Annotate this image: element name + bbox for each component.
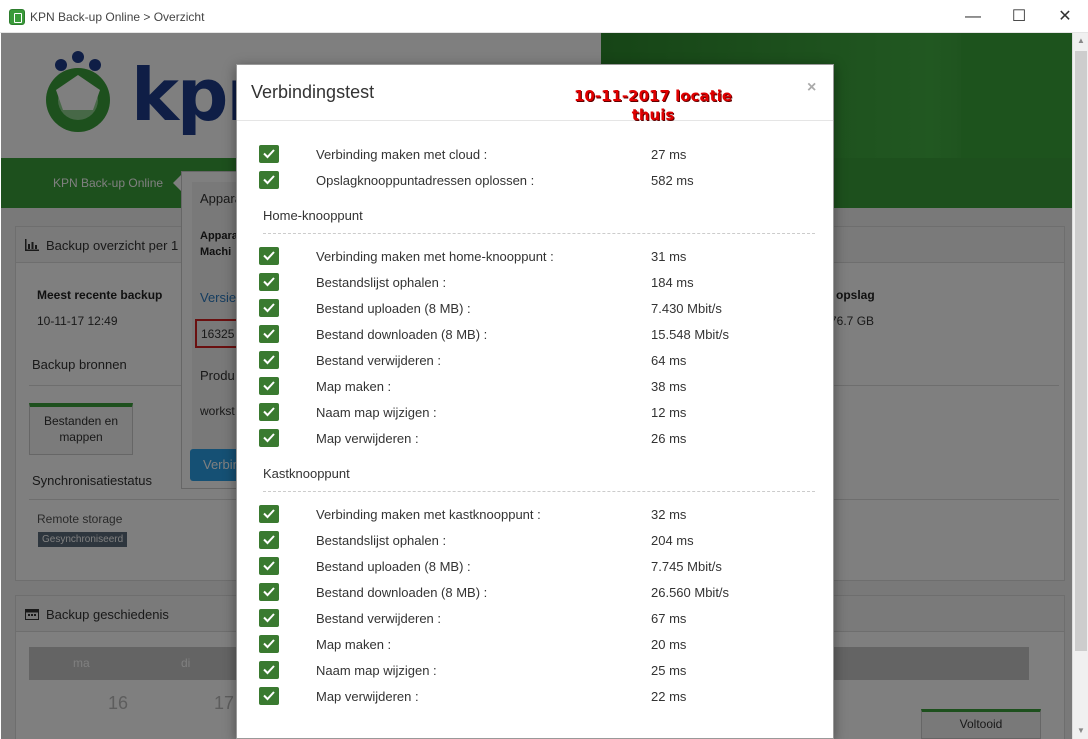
checkmark-icon [259, 325, 279, 343]
checkmark-icon [259, 429, 279, 447]
dialog-title: Verbindingstest [251, 82, 375, 102]
test-name: Map verwijderen : [316, 689, 419, 704]
window-title: KPN Back-up Online > Overzicht [30, 10, 205, 24]
test-value: 204 ms [651, 533, 694, 548]
annotation-line2: thuis [631, 106, 675, 124]
test-value: 26.560 Mbit/s [651, 585, 730, 600]
scrollbar-thumb[interactable] [1075, 51, 1087, 651]
checkmark-icon [259, 351, 279, 369]
test-result-row: Map maken : 38 ms [259, 376, 819, 396]
scroll-up-icon[interactable]: ▲ [1073, 33, 1088, 49]
checkmark-icon [259, 609, 279, 627]
annotation-line1: 10-11-2017 locatie [573, 87, 733, 105]
app-icon [9, 9, 25, 25]
checkmark-icon [259, 377, 279, 395]
test-result-row: Map verwijderen : 26 ms [259, 428, 819, 448]
test-name: Naam map wijzigen : [316, 663, 437, 678]
minimize-button[interactable]: — [950, 0, 996, 33]
test-value: 38 ms [651, 379, 687, 394]
test-value: 64 ms [651, 353, 687, 368]
test-value: 25 ms [651, 663, 687, 678]
test-name: Map maken : [316, 379, 392, 394]
test-result-row: Verbinding maken met cloud : 27 ms [259, 144, 819, 164]
test-name: Map verwijderen : [316, 431, 419, 446]
connection-test-dialog: Verbindingstest × 10-11-2017 locatie thu… [236, 64, 834, 739]
scroll-down-icon[interactable]: ▼ [1073, 723, 1088, 739]
test-value: 22 ms [651, 689, 687, 704]
test-value: 31 ms [651, 249, 687, 264]
test-result-row: Bestand verwijderen : 64 ms [259, 350, 819, 370]
checkmark-icon [259, 403, 279, 421]
vault-node-divider [263, 491, 815, 492]
test-result-row: Bestand downloaden (8 MB) : 15.548 Mbit/s [259, 324, 819, 344]
test-value: 27 ms [651, 147, 687, 162]
test-result-row: Naam map wijzigen : 12 ms [259, 402, 819, 422]
checkmark-icon [259, 583, 279, 601]
checkmark-icon [259, 171, 279, 189]
test-name: Verbinding maken met cloud : [316, 147, 488, 162]
checkmark-icon [259, 531, 279, 549]
test-result-row: Bestand downloaden (8 MB) : 26.560 Mbit/s [259, 582, 819, 602]
date-location-annotation: 10-11-2017 locatie thuis [553, 87, 753, 125]
checkmark-icon [259, 661, 279, 679]
test-value: 20 ms [651, 637, 687, 652]
test-result-row: Bestand uploaden (8 MB) : 7.430 Mbit/s [259, 298, 819, 318]
home-node-divider [263, 233, 815, 234]
test-result-row: Bestand uploaden (8 MB) : 7.745 Mbit/s [259, 556, 819, 576]
test-name: Map maken : [316, 637, 392, 652]
test-name: Bestandslijst ophalen : [316, 533, 447, 548]
test-value: 12 ms [651, 405, 687, 420]
home-node-title: Home-knooppunt [263, 208, 363, 223]
test-value: 7.745 Mbit/s [651, 559, 722, 574]
close-window-button[interactable]: ✕ [1042, 0, 1088, 33]
checkmark-icon [259, 299, 279, 317]
test-name: Bestand uploaden (8 MB) : [316, 301, 471, 316]
test-value: 32 ms [651, 507, 687, 522]
test-name: Bestand verwijderen : [316, 353, 442, 368]
test-value: 26 ms [651, 431, 687, 446]
window-titlebar: KPN Back-up Online > Overzicht — ☐ ✕ [0, 0, 1088, 33]
test-name: Bestandslijst ophalen : [316, 275, 447, 290]
test-value: 67 ms [651, 611, 687, 626]
test-result-row: Bestandslijst ophalen : 184 ms [259, 272, 819, 292]
test-value: 7.430 Mbit/s [651, 301, 722, 316]
vertical-scrollbar[interactable]: ▲ ▼ [1072, 33, 1088, 739]
checkmark-icon [259, 247, 279, 265]
test-name: Opslagknooppuntadressen oplossen : [316, 173, 535, 188]
checkmark-icon [259, 557, 279, 575]
checkmark-icon [259, 635, 279, 653]
test-name: Bestand downloaden (8 MB) : [316, 585, 488, 600]
test-result-row: Verbinding maken met kastknooppunt : 32 m… [259, 504, 819, 524]
test-value: 582 ms [651, 173, 694, 188]
checkmark-icon [259, 273, 279, 291]
test-name: Bestand downloaden (8 MB) : [316, 327, 488, 342]
test-name: Naam map wijzigen : [316, 405, 437, 420]
vault-node-title: Kastknooppunt [263, 466, 350, 481]
close-icon[interactable]: × [807, 79, 816, 97]
test-result-row: Naam map wijzigen : 25 ms [259, 660, 819, 680]
checkmark-icon [259, 145, 279, 163]
test-result-row: Opslagknooppuntadressen oplossen : 582 ms [259, 170, 819, 190]
test-name: Verbinding maken met kastknooppunt : [316, 507, 541, 522]
checkmark-icon [259, 505, 279, 523]
test-result-row: Map verwijderen : 22 ms [259, 686, 819, 706]
test-name: Bestand verwijderen : [316, 611, 442, 626]
checkmark-icon [259, 687, 279, 705]
test-result-row: Verbinding maken met home-knooppunt : 31 … [259, 246, 819, 266]
test-result-row: Bestand verwijderen : 67 ms [259, 608, 819, 628]
test-result-row: Map maken : 20 ms [259, 634, 819, 654]
maximize-button[interactable]: ☐ [996, 0, 1042, 33]
test-value: 15.548 Mbit/s [651, 327, 730, 342]
test-name: Bestand uploaden (8 MB) : [316, 559, 471, 574]
test-value: 184 ms [651, 275, 694, 290]
test-name: Verbinding maken met home-knooppunt : [316, 249, 554, 264]
test-result-row: Bestandslijst ophalen : 204 ms [259, 530, 819, 550]
